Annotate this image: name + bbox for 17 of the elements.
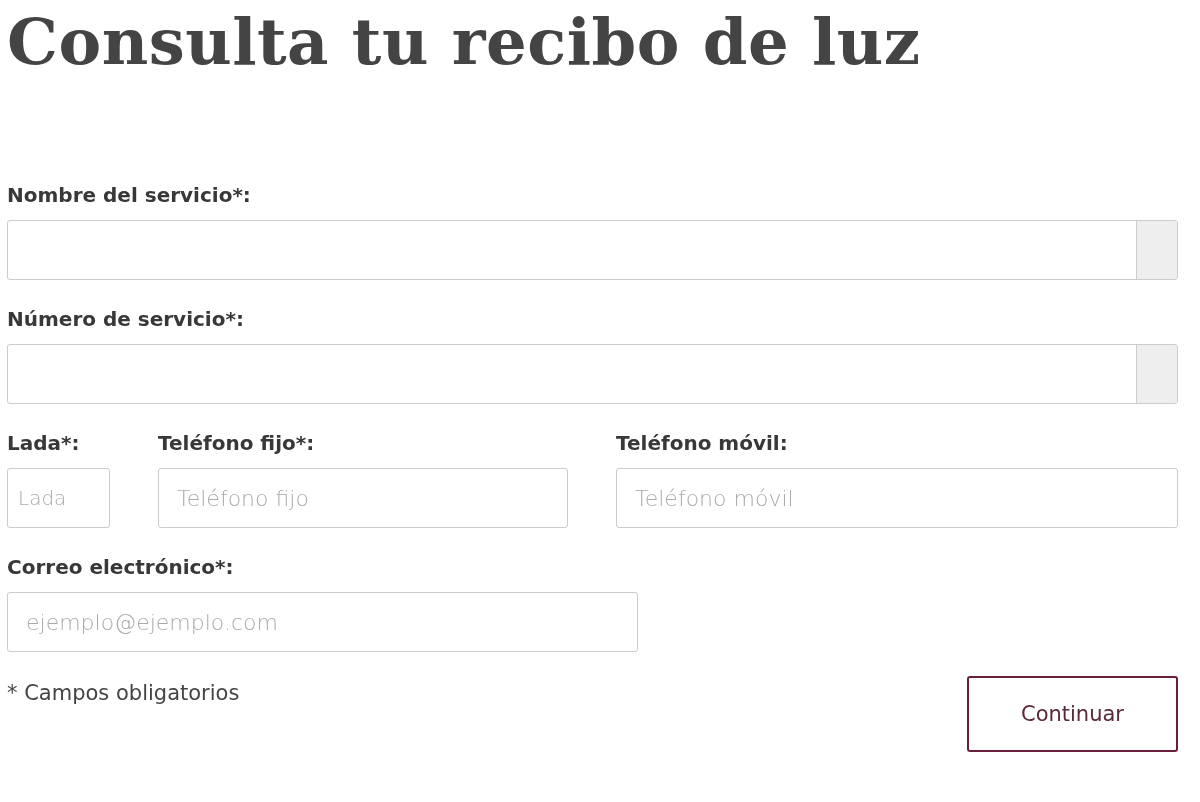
input-field[interactable] [7, 220, 1178, 280]
continue-button[interactable]: Continuar [967, 676, 1178, 752]
input-field[interactable] [7, 344, 1178, 404]
input-field[interactable]: Teléfono móvil [616, 468, 1178, 528]
field-label: Correo electrónico*: [7, 554, 234, 580]
field-addon[interactable] [1136, 221, 1177, 279]
required-note: * Campos obligatorios [7, 681, 240, 705]
field-label: Número de servicio*: [7, 306, 244, 332]
input-field[interactable]: Teléfono fijo [158, 468, 568, 528]
page-title: Consulta tu recibo de luz [7, 3, 921, 81]
field-label: Teléfono fijo*: [158, 430, 315, 456]
field-label: Teléfono móvil: [616, 430, 788, 456]
field-label: Lada*: [7, 430, 80, 456]
field-addon[interactable] [1136, 345, 1177, 403]
input-field[interactable]: Lada [7, 468, 110, 528]
field-label: Nombre del servicio*: [7, 182, 251, 208]
input-field[interactable]: ejemplo@ejemplo.com [7, 592, 638, 652]
